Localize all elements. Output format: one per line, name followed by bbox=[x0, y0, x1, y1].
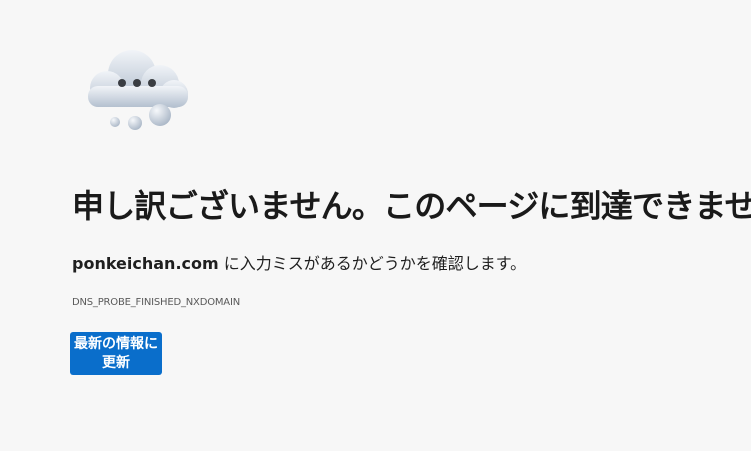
error-message: ponkeichan.com に入力ミスがあるかどうかを確認します。 bbox=[72, 253, 526, 275]
dot-3 bbox=[148, 79, 156, 87]
dot-2 bbox=[133, 79, 141, 87]
cloud-dots-icon bbox=[80, 46, 195, 134]
error-page: 申し訳ございません。このページに到達できません ponkeichan.com に… bbox=[0, 0, 751, 451]
refresh-button[interactable]: 最新の情報に更新 bbox=[70, 332, 162, 375]
bubble-large bbox=[149, 104, 171, 126]
cloud-dots-icon-graphic bbox=[88, 50, 188, 130]
bubble-medium bbox=[128, 116, 142, 130]
error-code: DNS_PROBE_FINISHED_NXDOMAIN bbox=[72, 297, 240, 308]
error-title: 申し訳ございません。このページに到達できません bbox=[72, 187, 751, 225]
error-message-text: に入力ミスがあるかどうかを確認します。 bbox=[218, 254, 527, 273]
error-domain: ponkeichan.com bbox=[72, 254, 219, 273]
dot-1 bbox=[118, 79, 126, 87]
bubble-small bbox=[110, 117, 120, 127]
cloud-body bbox=[88, 50, 188, 108]
